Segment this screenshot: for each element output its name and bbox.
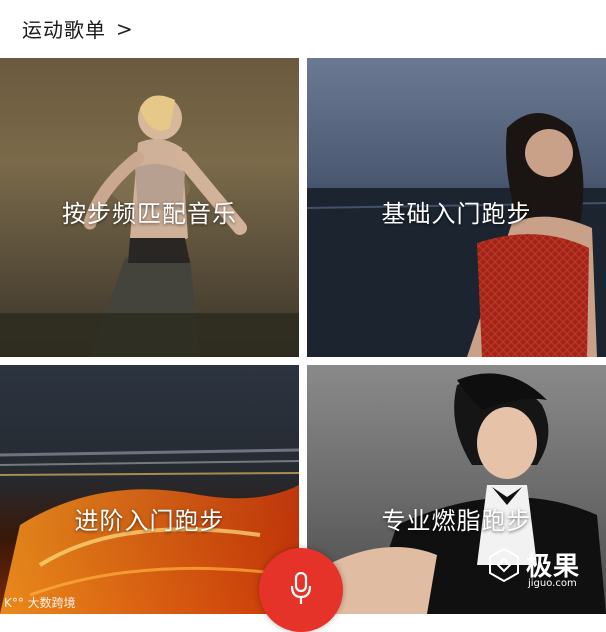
section-title[interactable]: 运动歌单 > bbox=[22, 14, 134, 43]
playlist-card-cadence-music[interactable]: 按步频匹配音乐 bbox=[0, 58, 299, 357]
watermark-domain: jiguo.com bbox=[528, 578, 577, 589]
watermark-right: 极果 jiguo.com bbox=[486, 546, 580, 589]
section-title-text: 运动歌单 bbox=[22, 18, 106, 42]
jiguo-logo-icon bbox=[489, 547, 519, 582]
card-label: 专业燃脂跑步 bbox=[381, 507, 532, 535]
card-label: 进阶入门跑步 bbox=[74, 507, 225, 535]
microphone-icon bbox=[290, 572, 312, 604]
watermark-left: K°° 大数跨境 bbox=[4, 596, 76, 610]
card-label: 基础入门跑步 bbox=[381, 200, 532, 228]
section-header[interactable]: 运动歌单 > bbox=[0, 0, 606, 58]
voice-search-button[interactable] bbox=[259, 548, 343, 632]
playlist-card-advanced-running[interactable]: 进阶入门跑步 bbox=[0, 365, 299, 614]
chevron-right-icon: > bbox=[116, 16, 134, 41]
speeding-car-image bbox=[0, 448, 299, 614]
card-label: 按步频匹配音乐 bbox=[62, 200, 237, 228]
playlist-card-beginner-running[interactable]: 基础入门跑步 bbox=[307, 58, 606, 357]
